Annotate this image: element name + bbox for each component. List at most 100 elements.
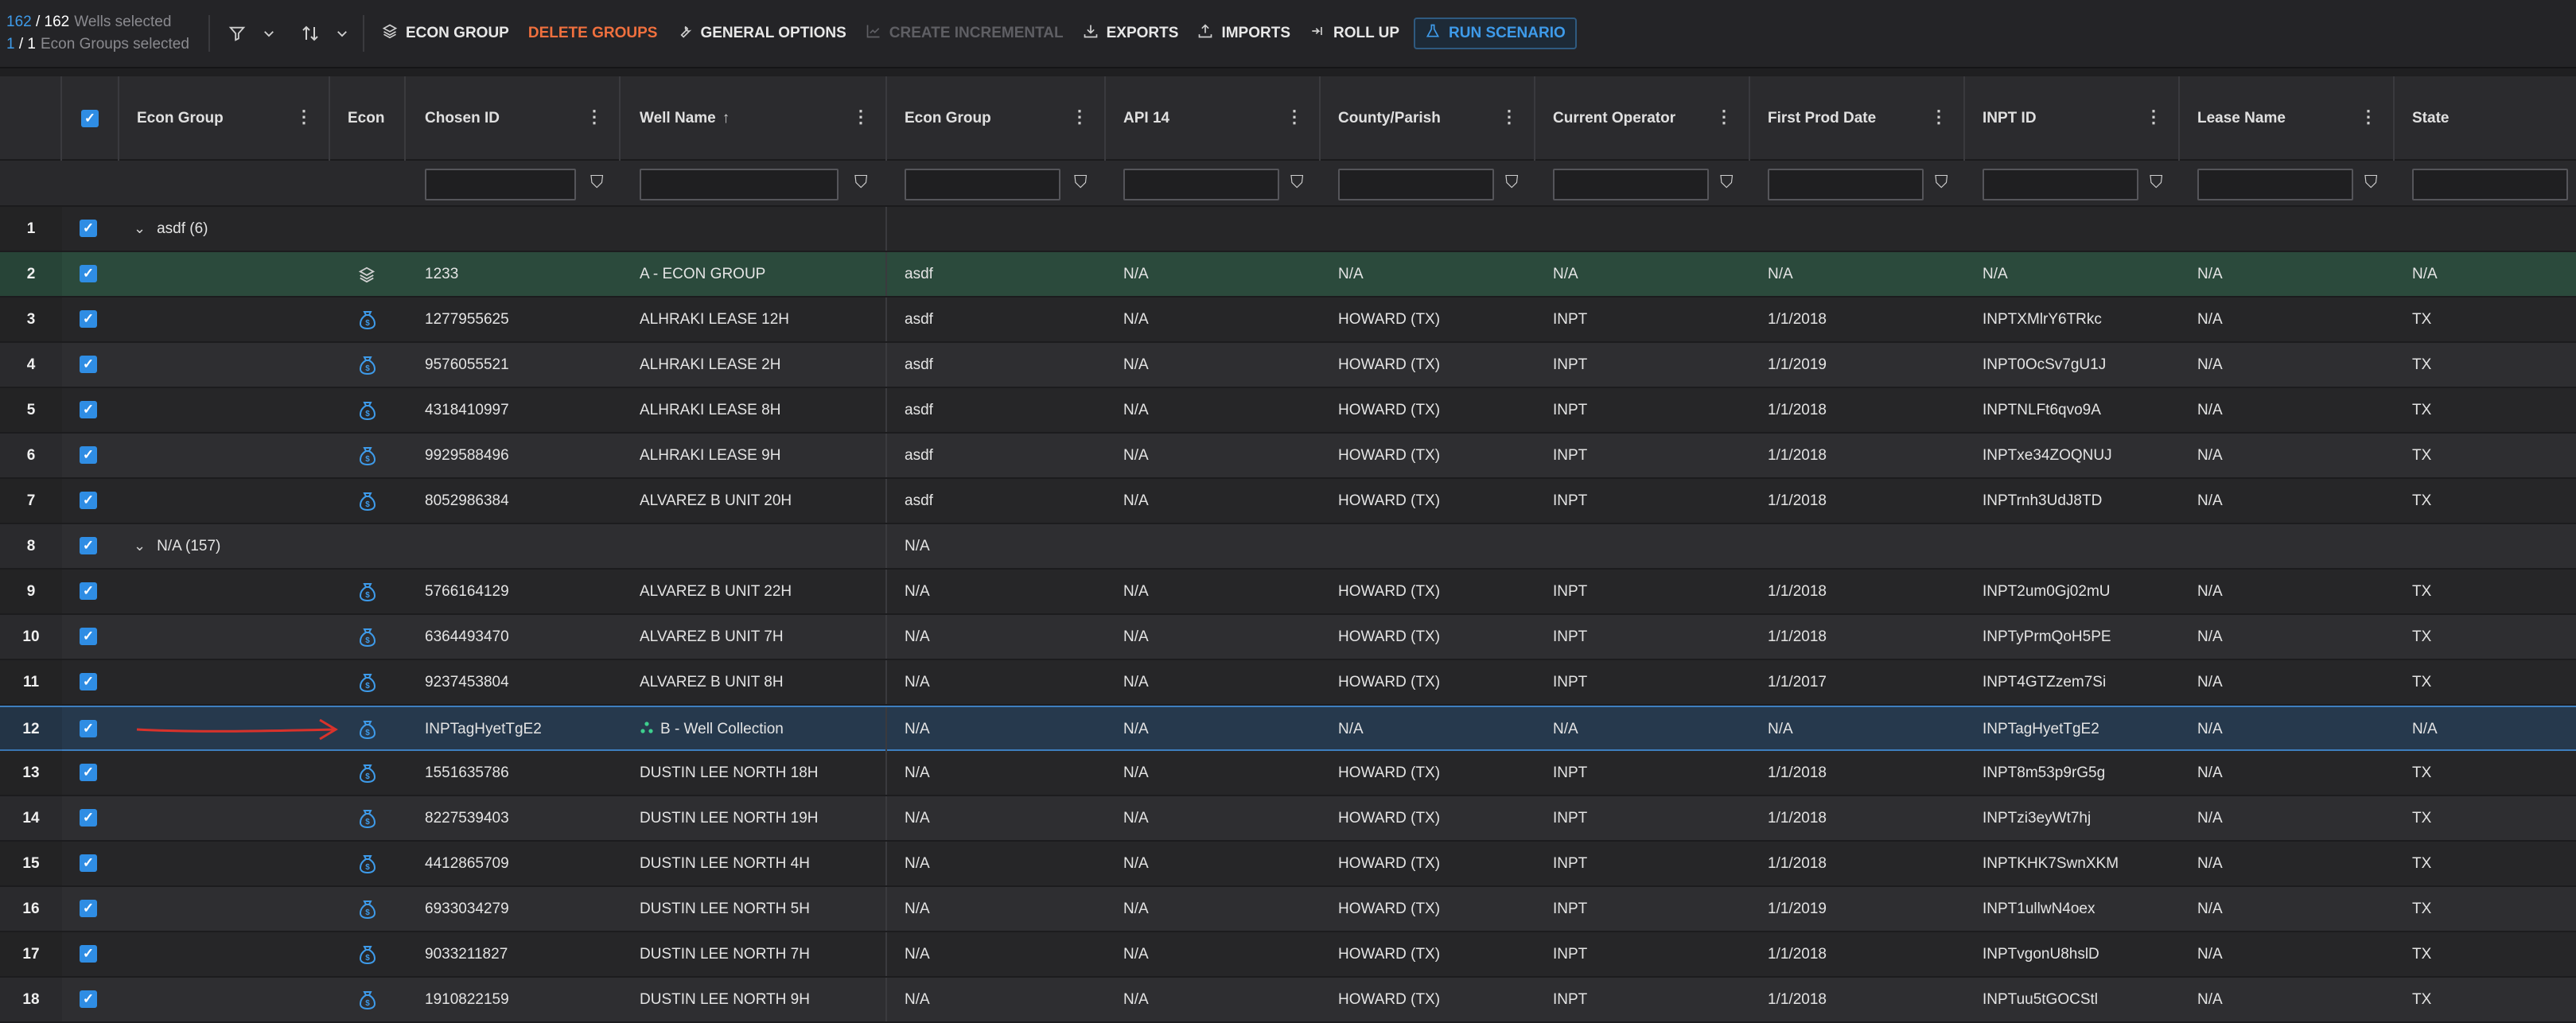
column-menu-icon[interactable]: ⋮: [2360, 107, 2377, 127]
column-menu-icon[interactable]: ⋮: [852, 107, 870, 127]
row-checkbox[interactable]: ✓: [80, 220, 97, 237]
filter-chevron-down-icon[interactable]: [256, 14, 282, 53]
well-name-filter-input[interactable]: [640, 169, 839, 200]
chevron-down-icon[interactable]: ⌄: [134, 538, 146, 554]
table-row[interactable]: 5 ✓ $4318410997 ALHRAKI LEASE 8H asdf N/A HOWA…: [0, 388, 2576, 434]
row-checkbox[interactable]: ✓: [80, 945, 97, 963]
first-prod-filter-input[interactable]: [1768, 169, 1924, 200]
sort-ascending-icon[interactable]: ↑: [722, 110, 730, 126]
money-bag-icon[interactable]: $: [358, 751, 382, 795]
table-row[interactable]: 7 ✓ $8052986384 ALVAREZ B UNIT 20H asdf N/A HO…: [0, 479, 2576, 524]
row-checkbox[interactable]: ✓: [80, 854, 97, 872]
filter-icon[interactable]: ⛉: [1505, 172, 1519, 193]
filter-icon[interactable]: ⛉: [590, 172, 604, 193]
header-econ-group[interactable]: Econ Group ⋮: [887, 76, 1106, 161]
row-checkbox[interactable]: ✓: [80, 900, 97, 917]
roll-up-button[interactable]: ROLL UP: [1300, 18, 1409, 49]
money-bag-icon[interactable]: $: [358, 842, 382, 885]
group-label[interactable]: ⌄ N/A (157): [134, 524, 220, 568]
table-row[interactable]: 10 ✓ $6364493470 ALVAREZ B UNIT 7H N/A N/A HOW…: [0, 615, 2576, 660]
lease-filter-input[interactable]: [2197, 169, 2353, 200]
imports-button[interactable]: IMPORTS: [1188, 18, 1300, 49]
filter-icon[interactable]: ⛉: [1720, 172, 1734, 193]
money-bag-icon[interactable]: $: [358, 298, 382, 341]
state-filter-input[interactable]: [2412, 169, 2568, 200]
column-menu-icon[interactable]: ⋮: [1071, 107, 1088, 127]
header-operator[interactable]: Current Operator ⋮: [1535, 76, 1750, 161]
group-row[interactable]: 8 ✓ ⌄ N/A (157) N/A: [0, 524, 2576, 570]
row-checkbox[interactable]: ✓: [80, 628, 97, 645]
table-row[interactable]: 18 ✓ $1910822159 DUSTIN LEE NORTH 9H N/A N/A H…: [0, 978, 2576, 1023]
group-row[interactable]: 1 ✓ ⌄ asdf (6): [0, 207, 2576, 252]
money-bag-icon[interactable]: $: [358, 887, 382, 931]
sort-chevron-down-icon[interactable]: [329, 14, 355, 53]
table-row[interactable]: 12 ✓ $ INPTagHyetTgE2 B - Well Collection N/A…: [0, 706, 2576, 751]
chevron-down-icon[interactable]: ⌄: [134, 220, 146, 236]
inpt-id-filter-input[interactable]: [1983, 169, 2138, 200]
row-checkbox[interactable]: ✓: [80, 446, 97, 464]
money-bag-icon[interactable]: $: [358, 707, 382, 751]
row-checkbox[interactable]: ✓: [80, 265, 97, 282]
row-checkbox[interactable]: ✓: [80, 809, 97, 827]
operator-filter-input[interactable]: [1553, 169, 1709, 200]
column-menu-icon[interactable]: ⋮: [2145, 107, 2162, 127]
money-bag-icon[interactable]: $: [358, 479, 382, 523]
delete-groups-button[interactable]: DELETE GROUPS: [519, 18, 667, 49]
money-bag-icon[interactable]: $: [358, 434, 382, 477]
select-all-checkbox[interactable]: ✓: [81, 110, 99, 127]
table-row[interactable]: 6 ✓ $9929588496 ALHRAKI LEASE 9H asdf N/A HOWA…: [0, 434, 2576, 479]
column-menu-icon[interactable]: ⋮: [1715, 107, 1733, 127]
column-menu-icon[interactable]: ⋮: [586, 107, 603, 127]
filter-icon[interactable]: [218, 14, 256, 53]
column-menu-icon[interactable]: ⋮: [1286, 107, 1303, 127]
column-menu-icon[interactable]: ⋮: [1500, 107, 1518, 127]
row-checkbox[interactable]: ✓: [80, 582, 97, 600]
header-chosen-id[interactable]: Chosen ID ⋮: [406, 76, 621, 161]
filter-icon[interactable]: ⛉: [2150, 172, 2163, 193]
filter-icon[interactable]: ⛉: [854, 172, 868, 193]
money-bag-icon[interactable]: $: [358, 570, 382, 613]
header-inpt-id[interactable]: INPT ID ⋮: [1965, 76, 2180, 161]
exports-button[interactable]: EXPORTS: [1073, 18, 1189, 49]
filter-icon[interactable]: ⛉: [2364, 172, 2378, 193]
row-checkbox[interactable]: ✓: [80, 310, 97, 328]
column-menu-icon[interactable]: ⋮: [295, 107, 313, 127]
header-well-name[interactable]: Well Name ↑ ⋮: [621, 76, 887, 161]
row-checkbox[interactable]: ✓: [80, 492, 97, 509]
create-incremental-button[interactable]: CREATE INCREMENTAL: [856, 18, 1073, 49]
table-row[interactable]: 11 ✓ $9237453804 ALVAREZ B UNIT 8H N/A N/A HOW…: [0, 660, 2576, 706]
table-row[interactable]: 16 ✓ $6933034279 DUSTIN LEE NORTH 5H N/A N/A H…: [0, 887, 2576, 932]
run-scenario-button[interactable]: RUN SCENARIO: [1414, 18, 1577, 49]
row-checkbox[interactable]: ✓: [80, 720, 97, 737]
group-label[interactable]: ⌄ asdf (6): [134, 207, 208, 251]
table-row[interactable]: 14 ✓ $8227539403 DUSTIN LEE NORTH 19H N/A N/A…: [0, 796, 2576, 842]
row-checkbox[interactable]: ✓: [80, 673, 97, 690]
chosen-id-filter-input[interactable]: [425, 169, 576, 200]
row-checkbox[interactable]: ✓: [80, 356, 97, 373]
money-bag-icon[interactable]: $: [358, 978, 382, 1021]
header-econ-group-tree[interactable]: Econ Group ⋮: [119, 76, 330, 161]
general-options-button[interactable]: GENERAL OPTIONS: [667, 18, 855, 49]
money-bag-icon[interactable]: $: [358, 660, 382, 704]
money-bag-icon[interactable]: $: [358, 343, 382, 387]
table-row[interactable]: 9 ✓ $5766164129 ALVAREZ B UNIT 22H N/A N/A HOW…: [0, 570, 2576, 615]
table-row[interactable]: 15 ✓ $4412865709 DUSTIN LEE NORTH 4H N/A N/A H…: [0, 842, 2576, 887]
row-checkbox[interactable]: ✓: [80, 537, 97, 554]
header-county[interactable]: County/Parish ⋮: [1321, 76, 1535, 161]
header-api14[interactable]: API 14 ⋮: [1106, 76, 1321, 161]
filter-icon[interactable]: ⛉: [1290, 172, 1304, 193]
table-row[interactable]: 13 ✓ $1551635786 DUSTIN LEE NORTH 18H N/A N/A…: [0, 751, 2576, 796]
county-filter-input[interactable]: [1338, 169, 1494, 200]
row-checkbox[interactable]: ✓: [80, 401, 97, 418]
sort-icon[interactable]: [291, 14, 329, 53]
table-row[interactable]: 2 ✓ 1233 A - ECON GROUP asdf N/A N/A N/A N/A N/A N…: [0, 252, 2576, 298]
money-bag-icon[interactable]: $: [358, 388, 382, 432]
econ-group-button[interactable]: ECON GROUP: [372, 18, 519, 49]
row-checkbox[interactable]: ✓: [80, 764, 97, 781]
filter-icon[interactable]: ⛉: [1935, 172, 1948, 193]
table-row[interactable]: 3 ✓ $1277955625 ALHRAKI LEASE 12H asdf N/A HOW…: [0, 298, 2576, 343]
header-lease[interactable]: Lease Name ⋮: [2180, 76, 2395, 161]
filter-icon[interactable]: ⛉: [1074, 172, 1088, 193]
table-row[interactable]: 4 ✓ $9576055521 ALHRAKI LEASE 2H asdf N/A HOWA…: [0, 343, 2576, 388]
money-bag-icon[interactable]: $: [358, 615, 382, 659]
